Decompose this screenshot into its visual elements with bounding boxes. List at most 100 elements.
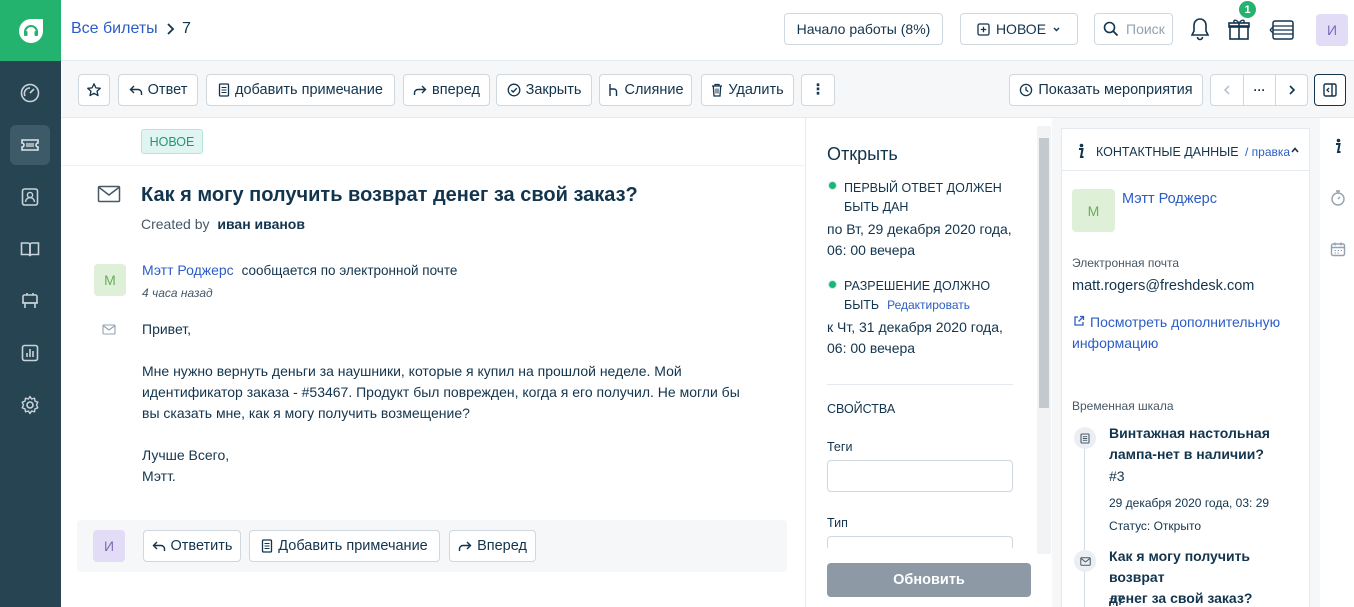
- update-button[interactable]: Обновить: [827, 563, 1031, 597]
- edit-contact-link[interactable]: / правка: [1245, 145, 1290, 159]
- more-actions-button[interactable]: ⋮: [801, 74, 835, 106]
- add-note-button[interactable]: добавить примечание: [206, 74, 395, 106]
- resolution-due-line: 06: 00 вечера: [827, 340, 916, 356]
- ticket-status[interactable]: Открыть: [827, 144, 898, 165]
- next-ticket-button[interactable]: [1275, 74, 1308, 106]
- created-by: Created by иван иванов: [141, 216, 305, 232]
- contact-details-panel: КОНТАКТНЫЕ ДАННЫЕ / правка М Мэтт Роджер…: [1061, 128, 1310, 607]
- view-more-info-line: Посмотреть дополнительную: [1090, 314, 1281, 330]
- edit-due-link[interactable]: Редактировать: [887, 298, 970, 312]
- type-select[interactable]: [827, 536, 1013, 548]
- reply-action-bar: И Ответить Добавить примечание Вперед: [77, 520, 787, 572]
- activity-clock-icon: [1020, 83, 1033, 97]
- view-more-info-line: информацию: [1072, 335, 1159, 351]
- timeline-item-status: Статус: Открыто: [1109, 519, 1202, 533]
- reply-bottom-button[interactable]: Ответить: [143, 530, 241, 562]
- timeline-item-title[interactable]: Как я могу получить возврат денег за сво…: [1109, 546, 1309, 607]
- user-avatar[interactable]: И: [1316, 14, 1348, 46]
- settings-gear-icon[interactable]: [10, 385, 50, 425]
- merge-icon: [609, 84, 618, 96]
- tags-input[interactable]: [827, 460, 1013, 492]
- reply-arrow-icon: [129, 85, 142, 95]
- dashboard-icon[interactable]: [10, 73, 50, 113]
- first-response-due: по Вт, 29 декабря 2020 года, 06: 00 вече…: [827, 219, 1012, 261]
- previous-ticket-button[interactable]: [1210, 74, 1244, 106]
- timer-icon[interactable]: [1330, 189, 1346, 207]
- sender-avatar: М: [94, 264, 126, 296]
- add-note-bottom-button[interactable]: Добавить примечание: [249, 530, 440, 562]
- merge-button[interactable]: Слияние: [599, 74, 692, 106]
- timeline-item-title[interactable]: Винтажная настольная лампа-нет в наличии…: [1109, 423, 1270, 465]
- chevron-left-icon: [1223, 85, 1230, 95]
- first-response-label: ПЕРВЫЙ ОТВЕТ ДОЛЖЕН БЫТЬ ДАН: [844, 179, 1002, 217]
- star-icon: [87, 83, 101, 97]
- sender-name-link[interactable]: Мэтт Роджерс: [142, 262, 234, 278]
- created-by-label: Created by: [141, 216, 210, 232]
- contacts-icon[interactable]: [10, 177, 50, 217]
- message-time: 4 часа назад: [142, 286, 213, 300]
- note-icon: [262, 539, 273, 553]
- calendar-icon[interactable]: [1330, 241, 1346, 257]
- forums-icon[interactable]: [10, 281, 50, 321]
- message-body: Привет, Мне нужно вернуть деньги за науш…: [142, 319, 762, 487]
- delete-button[interactable]: Удалить: [701, 74, 794, 106]
- timeline-item-title-line: Как я могу получить возврат: [1109, 548, 1251, 585]
- gift-icon[interactable]: [1227, 16, 1251, 42]
- forward-bottom-button[interactable]: Вперед: [449, 530, 536, 562]
- timeline-item-title-line: лампа-нет в наличии?: [1109, 446, 1264, 462]
- breadcrumb-all-tickets[interactable]: Все билеты: [71, 20, 158, 38]
- star-button[interactable]: [78, 74, 110, 106]
- message-line: идентификатор заказа - #53467. Продукт б…: [142, 384, 740, 400]
- knowledge-base-icon[interactable]: [10, 229, 50, 269]
- left-navigation: [0, 0, 61, 607]
- add-note-bottom-label: Добавить примечание: [278, 538, 428, 554]
- add-note-label: добавить примечание: [235, 82, 383, 98]
- divider: [1062, 170, 1309, 171]
- timeline-item-id: #3: [1109, 468, 1125, 484]
- search-box[interactable]: Поиск: [1094, 13, 1173, 45]
- close-ticket-button[interactable]: Закрыть: [496, 74, 592, 106]
- first-response-label-line: ПЕРВЫЙ ОТВЕТ ДОЛЖЕН: [844, 181, 1002, 195]
- view-more-info-link[interactable]: Посмотреть дополнительную информацию: [1072, 312, 1280, 354]
- timeline-item-title-line: Винтажная настольная: [1109, 425, 1270, 441]
- timeline-item-title-line: денег за свой заказ?: [1109, 590, 1253, 606]
- search-placeholder: Поиск: [1126, 21, 1165, 37]
- toggle-sidebar-button[interactable]: [1314, 74, 1346, 106]
- notifications-bell-icon[interactable]: [1189, 16, 1211, 42]
- new-button[interactable]: НОВОЕ: [960, 13, 1078, 45]
- forward-label: вперед: [432, 82, 480, 98]
- show-activities-button[interactable]: Показать мероприятия: [1009, 74, 1203, 106]
- tickets-icon[interactable]: [10, 125, 50, 165]
- resolution-label-line: РАЗРЕШЕНИЕ ДОЛЖНО: [844, 279, 991, 293]
- message-line: вы сказать мне, как я могу получить возм…: [142, 405, 470, 421]
- freshdesk-logo[interactable]: [0, 0, 61, 61]
- message-line: Лучше Всего,: [142, 447, 230, 463]
- ticket-list-more-button[interactable]: ···: [1243, 74, 1276, 106]
- close-label: Закрыть: [525, 82, 582, 98]
- merge-label: Слияние: [624, 82, 684, 98]
- info-tab-icon[interactable]: [1333, 138, 1343, 154]
- getting-started-button[interactable]: Начало работы (8%): [784, 13, 943, 45]
- resolution-due: к Чт, 31 декабря 2020 года, 06: 00 вечер…: [827, 317, 1003, 359]
- properties-scrollbar[interactable]: [1037, 126, 1051, 554]
- delete-label: Удалить: [728, 82, 784, 98]
- sla-status-dot: [828, 280, 837, 289]
- contact-name-link[interactable]: Мэтт Роджерс: [1122, 191, 1217, 207]
- reply-bottom-label: Ответить: [170, 538, 233, 554]
- show-activities-label: Показать мероприятия: [1038, 82, 1193, 98]
- type-label: Тип: [827, 516, 848, 530]
- sidebar-panel-icon: [1323, 83, 1337, 97]
- note-icon: [218, 83, 230, 97]
- timeline-item-date: 29 декабря 2020 года, 03: 29: [1109, 496, 1270, 510]
- sender-line: Мэтт Роджерс сообщается по электронной п…: [142, 262, 457, 278]
- apps-switcher-icon[interactable]: [1268, 17, 1298, 43]
- chevron-right-icon: [165, 19, 177, 39]
- check-circle-icon: [507, 83, 521, 97]
- collapse-chevron-up-icon[interactable]: [1290, 146, 1300, 154]
- small-envelope-icon: [102, 324, 116, 335]
- reply-button[interactable]: Ответ: [118, 74, 198, 106]
- contact-heading: КОНТАКТНЫЕ ДАННЫЕ / правка: [1096, 145, 1290, 159]
- divider: [827, 384, 1013, 385]
- reports-icon[interactable]: [10, 333, 50, 373]
- forward-button[interactable]: вперед: [403, 74, 490, 106]
